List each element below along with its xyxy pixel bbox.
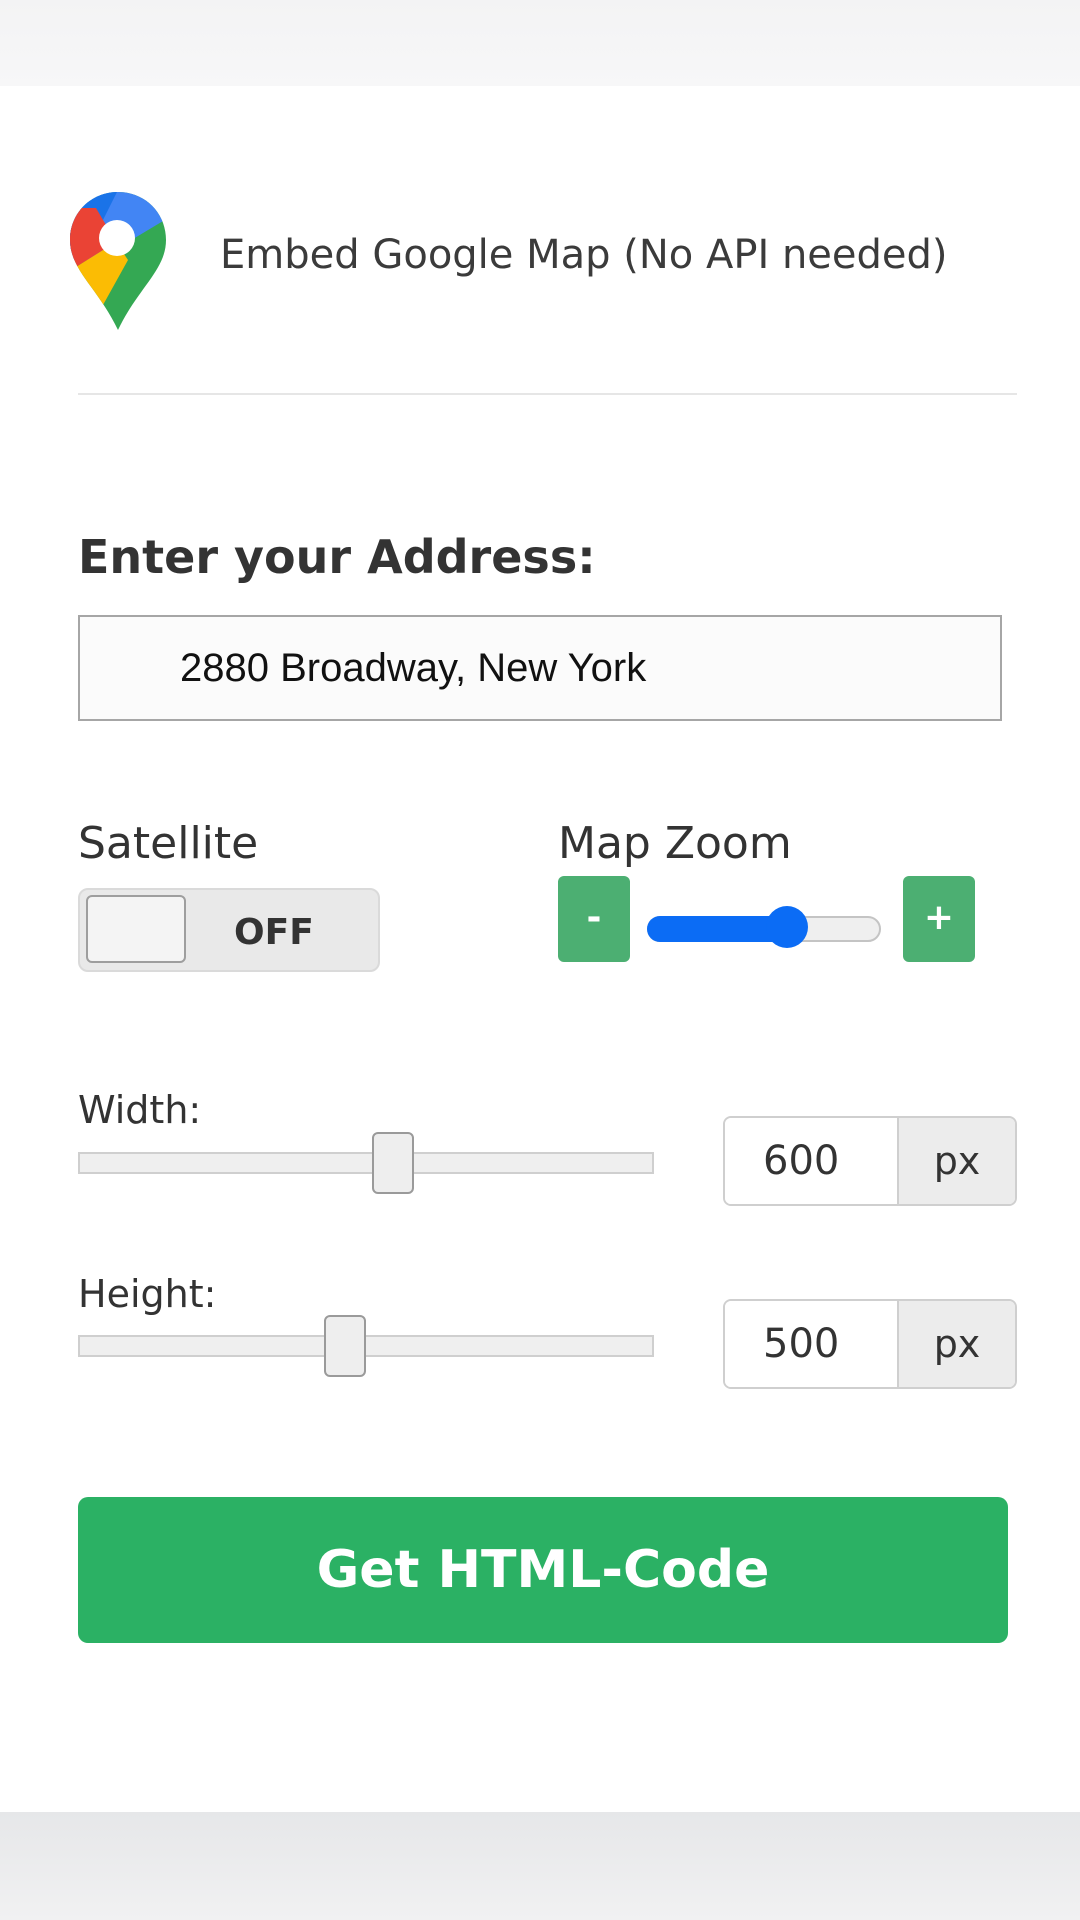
height-slider-track[interactable] bbox=[78, 1335, 654, 1357]
zoom-label: Map Zoom bbox=[558, 818, 792, 869]
toggle-knob[interactable] bbox=[86, 895, 186, 963]
address-label: Enter your Address: bbox=[78, 530, 596, 584]
height-input-group: px bbox=[723, 1299, 1017, 1389]
bottom-band bbox=[0, 1812, 1080, 1920]
height-unit: px bbox=[897, 1301, 1015, 1387]
width-slider-track[interactable] bbox=[78, 1152, 654, 1174]
zoom-in-button[interactable]: + bbox=[903, 876, 975, 962]
width-unit: px bbox=[897, 1118, 1015, 1204]
get-html-code-button[interactable]: Get HTML-Code bbox=[78, 1497, 1008, 1643]
top-band bbox=[0, 0, 1080, 86]
width-input-group: px bbox=[723, 1116, 1017, 1206]
width-input[interactable] bbox=[725, 1118, 897, 1204]
toggle-state-text: OFF bbox=[234, 912, 314, 953]
satellite-toggle[interactable]: OFF bbox=[78, 888, 380, 972]
zoom-out-button[interactable]: - bbox=[558, 876, 630, 962]
satellite-label: Satellite bbox=[78, 818, 259, 869]
google-maps-pin-icon bbox=[70, 192, 166, 330]
width-label: Width: bbox=[78, 1088, 202, 1132]
header-divider bbox=[78, 393, 1017, 395]
width-slider-thumb[interactable] bbox=[371, 1132, 414, 1194]
height-input[interactable] bbox=[725, 1301, 897, 1387]
height-slider-thumb[interactable] bbox=[323, 1315, 366, 1377]
zoom-slider-thumb[interactable] bbox=[766, 906, 809, 948]
page-title: Embed Google Map (No API needed) bbox=[220, 232, 948, 278]
address-input[interactable] bbox=[78, 615, 1002, 721]
height-label: Height: bbox=[78, 1272, 217, 1316]
